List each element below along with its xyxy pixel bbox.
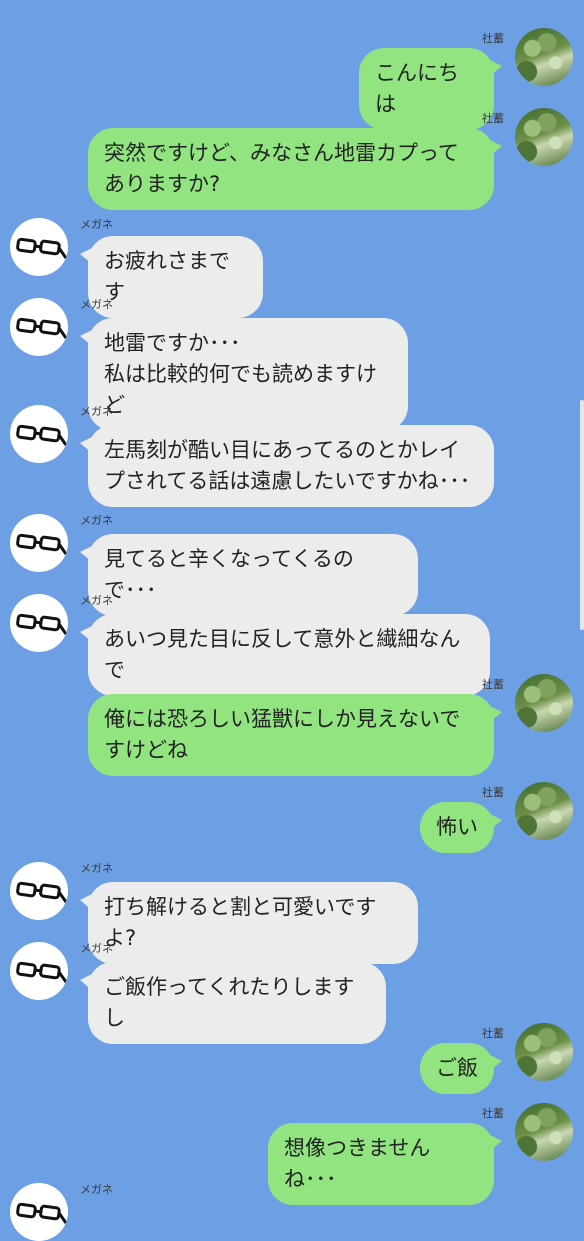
sender-name: メガネ	[80, 942, 113, 955]
sender-name: 社蓄	[482, 112, 504, 125]
message-bubble[interactable]: 怖い	[420, 802, 502, 853]
message-bubble[interactable]: あいつ見た目に反して意外と繊細なんで	[80, 614, 490, 696]
message-bubble[interactable]: ご飯作ってくれたりしますし	[80, 962, 386, 1044]
forest-photo-icon[interactable]	[515, 1103, 573, 1161]
glasses-icon[interactable]	[10, 298, 68, 356]
sender-name: 社蓄	[482, 786, 504, 799]
message-bubble[interactable]: 地雷ですか･･･ 私は比較的何でも読めますけど	[80, 318, 408, 431]
glasses-icon[interactable]	[10, 862, 68, 920]
message-bubble[interactable]: 見てると辛くなってくるので･･･	[80, 534, 418, 616]
sender-name: メガネ	[80, 862, 113, 875]
sender-name: メガネ	[80, 218, 113, 231]
forest-photo-icon[interactable]	[515, 28, 573, 86]
sender-name: メガネ	[80, 1183, 113, 1196]
sender-name: 社蓄	[482, 32, 504, 45]
glasses-icon[interactable]	[10, 942, 68, 1000]
sender-name: メガネ	[80, 594, 113, 607]
sender-name: メガネ	[80, 405, 113, 418]
message-bubble[interactable]: 突然ですけど、みなさん地雷カプってありますか?	[88, 128, 502, 210]
glasses-icon[interactable]	[10, 1183, 68, 1241]
forest-photo-icon[interactable]	[515, 108, 573, 166]
sender-name: 社蓄	[482, 1107, 504, 1120]
message-bubble[interactable]: 左馬刻が酷い目にあってるのとかレイプされてる話は遠慮したいですかね･･･	[80, 425, 494, 507]
glasses-icon[interactable]	[10, 405, 68, 463]
message-bubble[interactable]: 想像つきませんね･･･	[268, 1123, 502, 1205]
glasses-icon[interactable]	[10, 218, 68, 276]
message-bubble[interactable]: お疲れさまです	[80, 236, 263, 318]
glasses-icon[interactable]	[10, 514, 68, 572]
message-bubble[interactable]: 俺には恐ろしい猛獣にしか見えないですけどね	[88, 694, 502, 776]
sender-name: メガネ	[80, 514, 113, 527]
forest-photo-icon[interactable]	[515, 1023, 573, 1081]
message-bubble[interactable]: 打ち解けると割と可愛いですよ?	[80, 882, 418, 964]
sender-name: メガネ	[80, 298, 113, 311]
glasses-icon[interactable]	[10, 594, 68, 652]
message-bubble[interactable]: ご飯	[420, 1043, 502, 1094]
message-bubble[interactable]: こんにちは	[359, 48, 502, 130]
scrollbar[interactable]	[580, 400, 584, 630]
sender-name: 社蓄	[482, 1027, 504, 1040]
forest-photo-icon[interactable]	[515, 674, 573, 732]
sender-name: 社蓄	[482, 678, 504, 691]
chat-log: 社蓄 こんにちは 社蓄 突然ですけど、みなさん地雷カプってありますか? メガネ …	[0, 0, 584, 1241]
forest-photo-icon[interactable]	[515, 782, 573, 840]
